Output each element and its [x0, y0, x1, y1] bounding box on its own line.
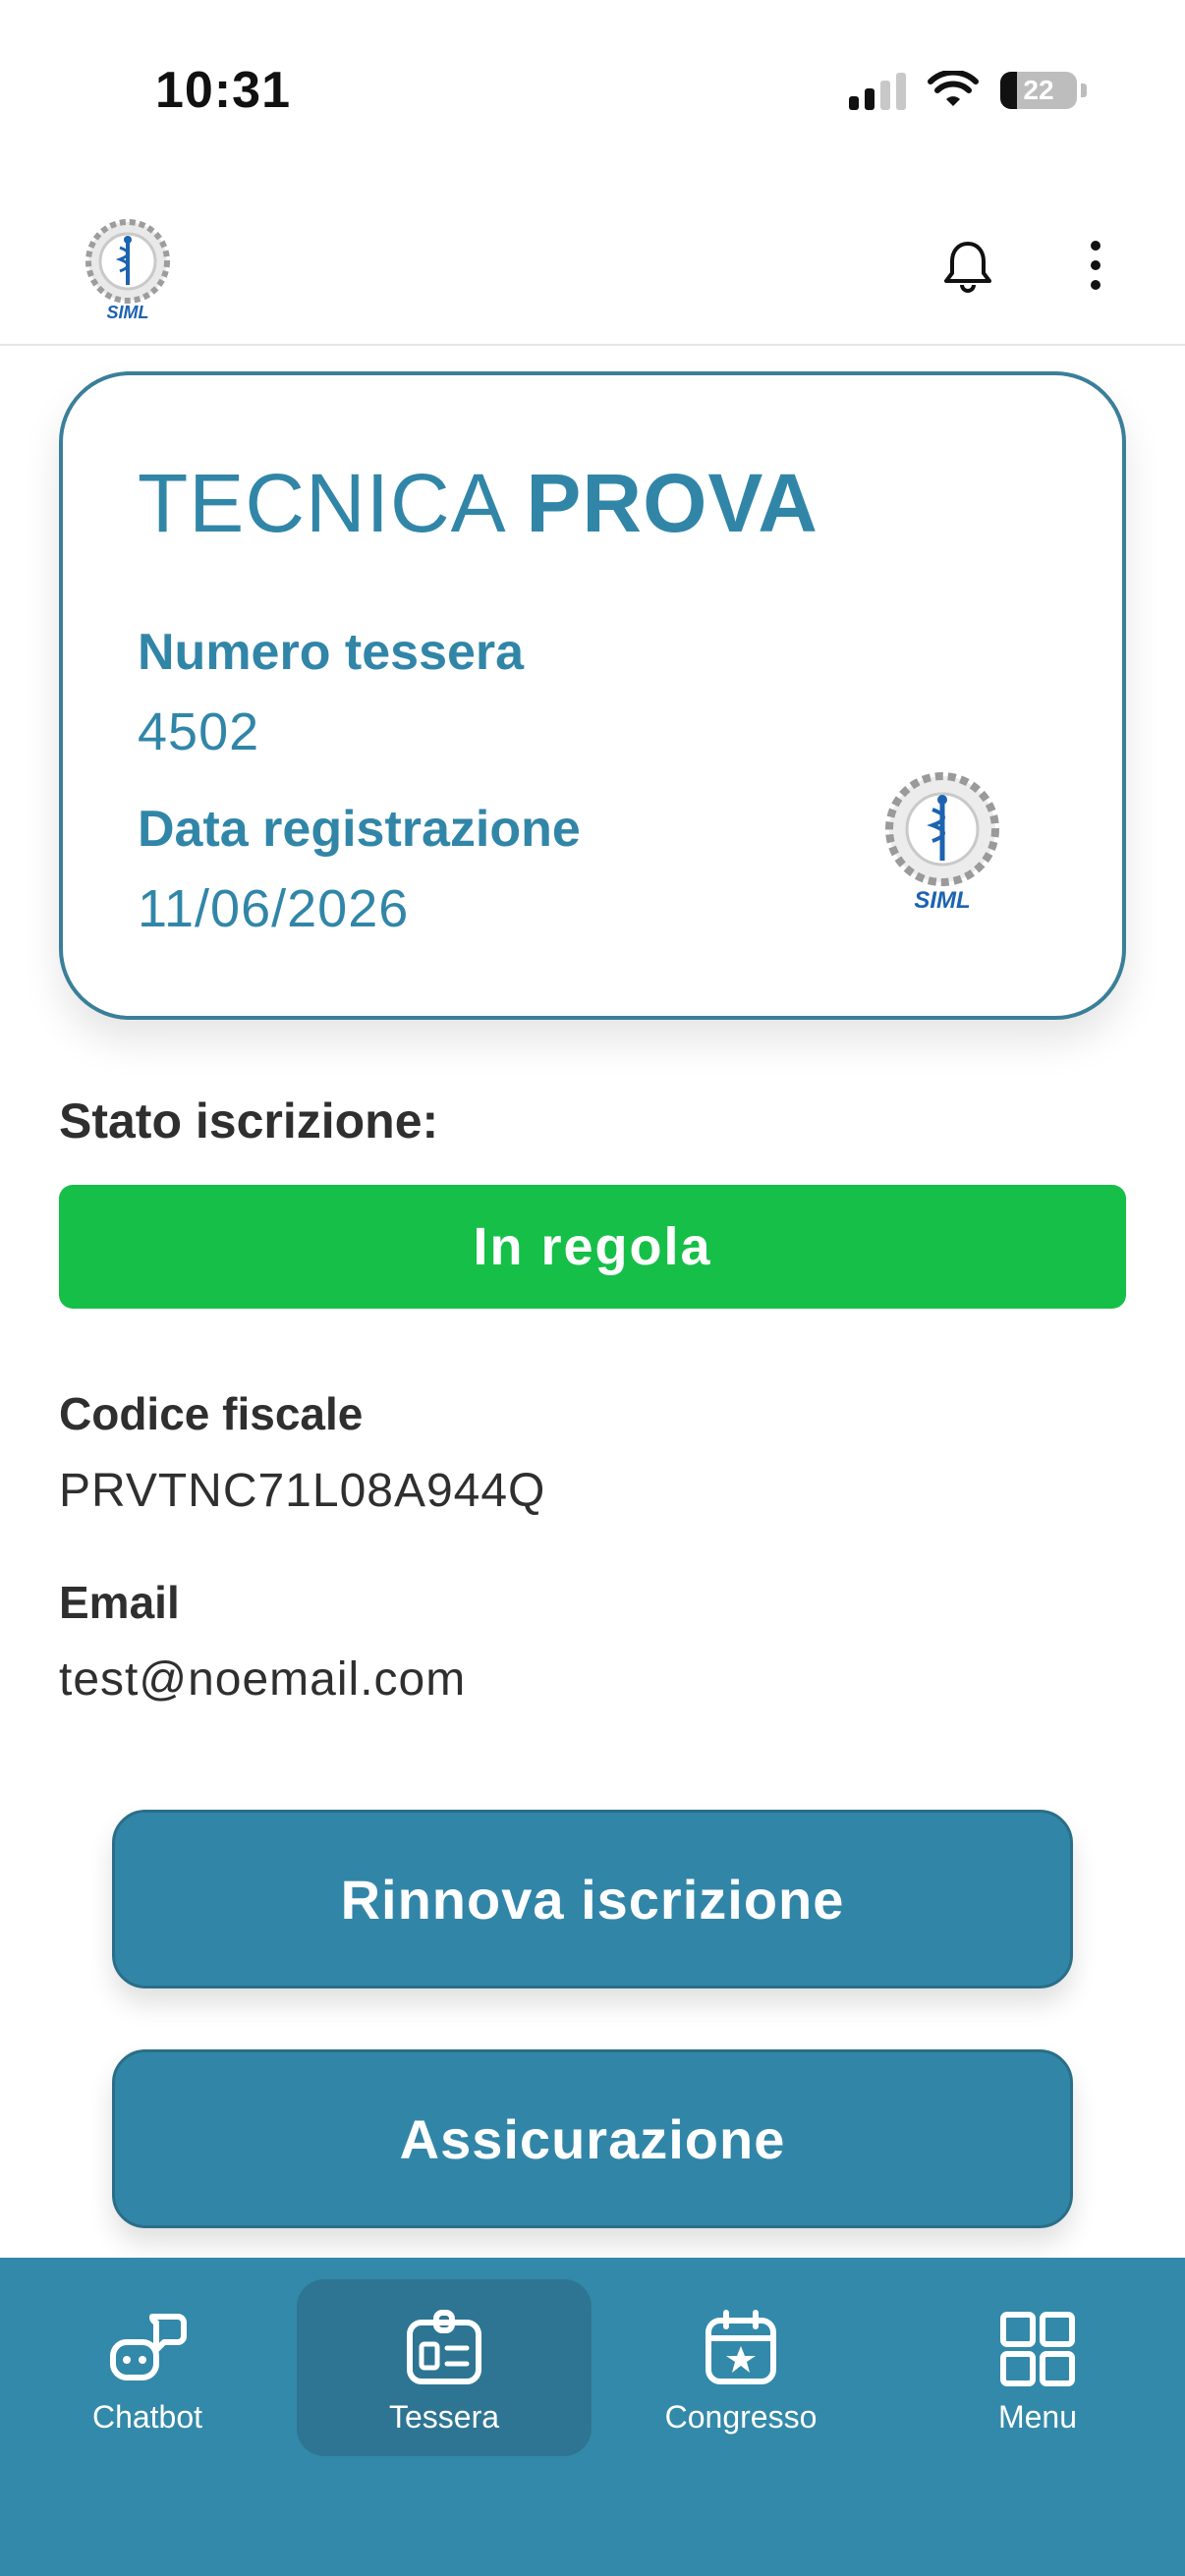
chatbot-icon [110, 2314, 187, 2380]
email-value: test@noemail.com [59, 1653, 467, 1706]
nav-label-tessera: Tessera [388, 2399, 500, 2435]
tax-code-value: PRVTNC71L08A944Q [59, 1465, 546, 1517]
nav-item-menu[interactable]: Menu [890, 2279, 1185, 2456]
id-card-icon [407, 2310, 481, 2384]
battery-level: 22 [1023, 75, 1054, 105]
card-holder-name: TECNICA PROVA [138, 456, 818, 551]
tax-code-label: Codice fiscale [59, 1388, 364, 1439]
nav-item-tessera[interactable]: Tessera [297, 2279, 592, 2456]
bottom-nav: Chatbot Tessera Congresso Menu [0, 2258, 1185, 2576]
svg-text:SIML: SIML [107, 303, 149, 322]
siml-logo: SIML [85, 219, 170, 322]
nav-item-congresso[interactable]: Congresso [593, 2279, 888, 2456]
member-card: TECNICA PROVA Numero tessera 4502 Data r… [59, 371, 1126, 1020]
nav-label-menu: Menu [997, 2399, 1078, 2435]
app-header: SIML [0, 187, 1185, 346]
calendar-star-icon [705, 2310, 776, 2384]
status-icons: 22 [849, 71, 1087, 110]
nav-item-chatbot[interactable]: Chatbot [0, 2279, 295, 2456]
battery-icon: 22 [1000, 72, 1077, 109]
bell-icon[interactable] [938, 236, 997, 295]
nav-label-chatbot: Chatbot [91, 2399, 203, 2435]
svg-text:SIML: SIML [914, 887, 970, 914]
status-bar: 10:31 22 [0, 0, 1185, 187]
cellular-signal-icon [849, 71, 906, 110]
insurance-button[interactable]: Assicurazione [112, 2049, 1073, 2228]
renew-membership-button[interactable]: Rinnova iscrizione [112, 1810, 1073, 1988]
member-number-label: Numero tessera [138, 624, 525, 681]
registration-date-label: Data registrazione [138, 801, 581, 858]
membership-status-label: Stato iscrizione: [59, 1093, 439, 1148]
siml-logo: SIML [885, 772, 999, 914]
battery-tip [1081, 84, 1087, 97]
card-last-name: PROVA [526, 457, 818, 549]
wifi-icon [928, 71, 979, 106]
email-label: Email [59, 1577, 180, 1628]
nav-label-congresso: Congresso [664, 2399, 818, 2435]
more-vertical-icon[interactable] [1071, 236, 1120, 295]
membership-status-badge: In regola [59, 1185, 1126, 1309]
registration-date: 11/06/2026 [138, 879, 410, 938]
status-time: 10:31 [155, 62, 291, 119]
grid-icon [1000, 2312, 1075, 2386]
member-number: 4502 [138, 702, 260, 761]
card-first-name: TECNICA [138, 457, 503, 549]
